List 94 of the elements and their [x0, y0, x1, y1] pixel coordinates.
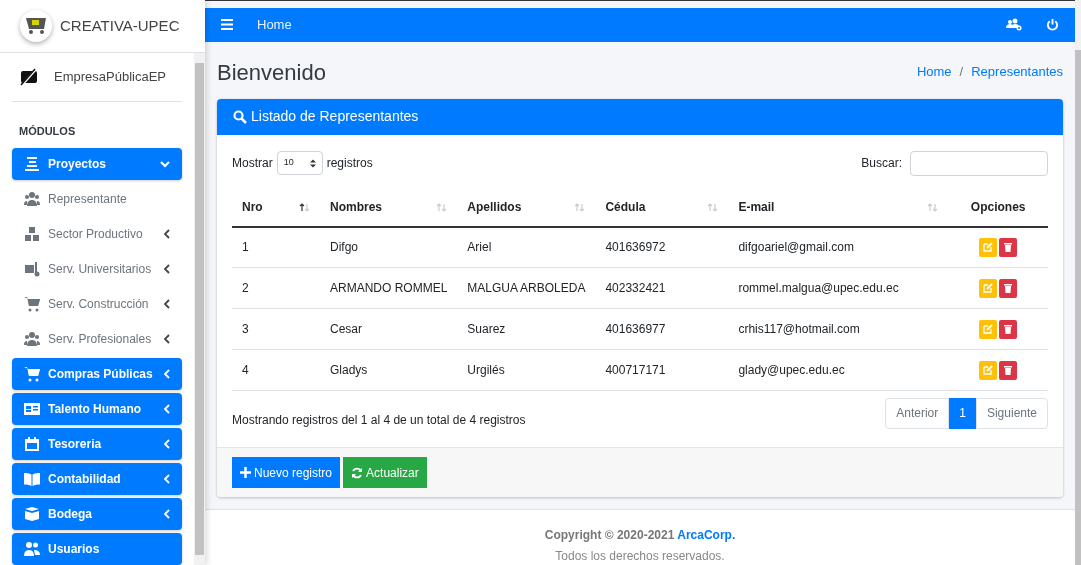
menu-icon[interactable] — [221, 19, 233, 31]
scrollbar[interactable] — [1075, 0, 1081, 565]
spinner-arrows-icon — [309, 158, 316, 168]
new-record-button[interactable]: Nuevo registro — [232, 457, 341, 488]
rights-text: Todos los derechos reservados. — [555, 548, 725, 565]
brand-name[interactable]: CREATIVA-UPEC — [60, 14, 180, 38]
records-label: registros — [326, 155, 373, 172]
menu-item[interactable]: Bodega — [12, 498, 182, 530]
table-cell: 3 — [232, 308, 320, 350]
plus-icon — [240, 467, 251, 478]
menu-item[interactable]: Usuarios — [12, 533, 182, 565]
table-cell: 401636972 — [595, 226, 729, 268]
trash-icon — [1004, 324, 1013, 334]
id-card-icon — [24, 401, 40, 417]
delete-button[interactable] — [999, 237, 1018, 257]
submenu-item[interactable]: Representante — [12, 183, 182, 215]
users-icon — [24, 191, 40, 207]
menu-item[interactable]: Proyectos — [12, 148, 182, 180]
table-cell: 4 — [232, 349, 320, 391]
table-cell: difgoariel@gmail.com — [728, 226, 949, 268]
cart-icon — [24, 296, 40, 312]
table-cell: ARMANDO ROMMEL — [320, 267, 458, 309]
image-slash-icon — [20, 67, 38, 86]
show-label: Mostrar — [232, 155, 273, 172]
edit-icon — [983, 324, 994, 334]
column-header[interactable]: Cédula — [595, 188, 729, 227]
trash-icon — [1004, 283, 1013, 293]
scrollbar[interactable] — [194, 53, 205, 565]
table-cell: Difgo — [320, 226, 458, 268]
edit-icon — [983, 283, 994, 293]
cart-logo-icon — [20, 10, 52, 42]
table-cell: 2 — [232, 267, 320, 309]
dolly-icon — [24, 261, 40, 277]
delete-button[interactable] — [999, 319, 1018, 339]
submenu-item[interactable]: Serv. Construcción — [12, 288, 182, 320]
table-cell: glady@upec.edu.ec — [728, 349, 949, 391]
copyright-text: Copyright © 2020-2021 ArcaCorp. — [544, 527, 736, 544]
menu-item[interactable]: Compras Públicas — [12, 358, 182, 390]
search-icon — [233, 109, 247, 124]
table-cell: 400717171 — [595, 349, 729, 391]
page-button[interactable]: 1 — [949, 397, 976, 429]
users-gear-icon[interactable] — [1006, 18, 1022, 32]
boxes-icon — [24, 226, 40, 242]
edit-icon — [983, 242, 994, 253]
search-label: Buscar: — [861, 155, 902, 172]
calendar-check-icon — [24, 436, 40, 452]
edit-icon — [983, 365, 994, 375]
table-cell: Suarez — [457, 308, 596, 350]
submenu-item[interactable]: Sector Productivo — [12, 218, 182, 250]
page-title: Bienvenido — [217, 58, 326, 87]
column-header[interactable]: Nro — [232, 188, 320, 227]
table-cell: MALGUA ARBOLEDA — [457, 267, 596, 309]
section-label: MÓDULOS — [18, 123, 77, 139]
column-header[interactable]: Nombres — [320, 188, 458, 227]
menu-item[interactable]: Talento Humano — [12, 393, 182, 425]
table-cell: 402332421 — [595, 267, 729, 309]
column-header: Opciones — [948, 188, 1048, 227]
list-icon — [24, 156, 40, 172]
table-cell: Cesar — [320, 308, 458, 350]
breadcrumb-separator: / — [959, 63, 964, 82]
breadcrumb-link[interactable]: Representantes — [971, 62, 1063, 82]
users-icon — [24, 331, 40, 347]
search-field[interactable] — [910, 150, 1048, 176]
table-cell: 401636977 — [595, 308, 729, 350]
table-cell: 1 — [232, 226, 320, 268]
refresh-icon — [351, 466, 364, 479]
submenu-item[interactable]: Serv. Profesionales — [12, 323, 182, 355]
trash-icon — [1004, 242, 1013, 253]
refresh-button[interactable]: Actualizar — [343, 457, 427, 488]
delete-button[interactable] — [999, 278, 1018, 298]
menu-item[interactable]: Contabilidad — [12, 463, 182, 495]
column-header[interactable]: E-mail — [728, 188, 949, 227]
table-cell: Urgilés — [457, 349, 596, 391]
power-icon[interactable] — [1046, 18, 1059, 32]
company-link[interactable]: ArcaCorp. — [677, 528, 736, 542]
users-icon — [24, 541, 40, 557]
records-info: Mostrando registros del 1 al 4 de un total de 4 registros — [232, 412, 526, 429]
card-title: Listado de Representantes — [251, 107, 419, 126]
table-cell: Gladys — [320, 349, 458, 391]
box-icon — [24, 506, 40, 522]
trash-icon — [1004, 365, 1013, 375]
page-size-select[interactable]: 10 — [276, 151, 323, 175]
breadcrumb-link[interactable]: Home — [916, 62, 952, 82]
cart-icon — [24, 366, 40, 382]
table-cell: crhis117@hotmail.com — [728, 308, 949, 350]
delete-button[interactable] — [999, 360, 1018, 380]
home-link[interactable]: Home — [257, 15, 292, 35]
table-cell: Ariel — [457, 226, 596, 268]
menu-item[interactable]: Tesoreria — [12, 428, 182, 460]
user-name[interactable]: EmpresaPúblicaEP — [54, 67, 166, 87]
table-cell: rommel.malgua@upec.edu.ec — [728, 267, 949, 309]
book-icon — [24, 471, 40, 487]
column-header[interactable]: Apellidos — [457, 188, 596, 227]
submenu-item[interactable]: Serv. Universitarios — [12, 253, 182, 285]
